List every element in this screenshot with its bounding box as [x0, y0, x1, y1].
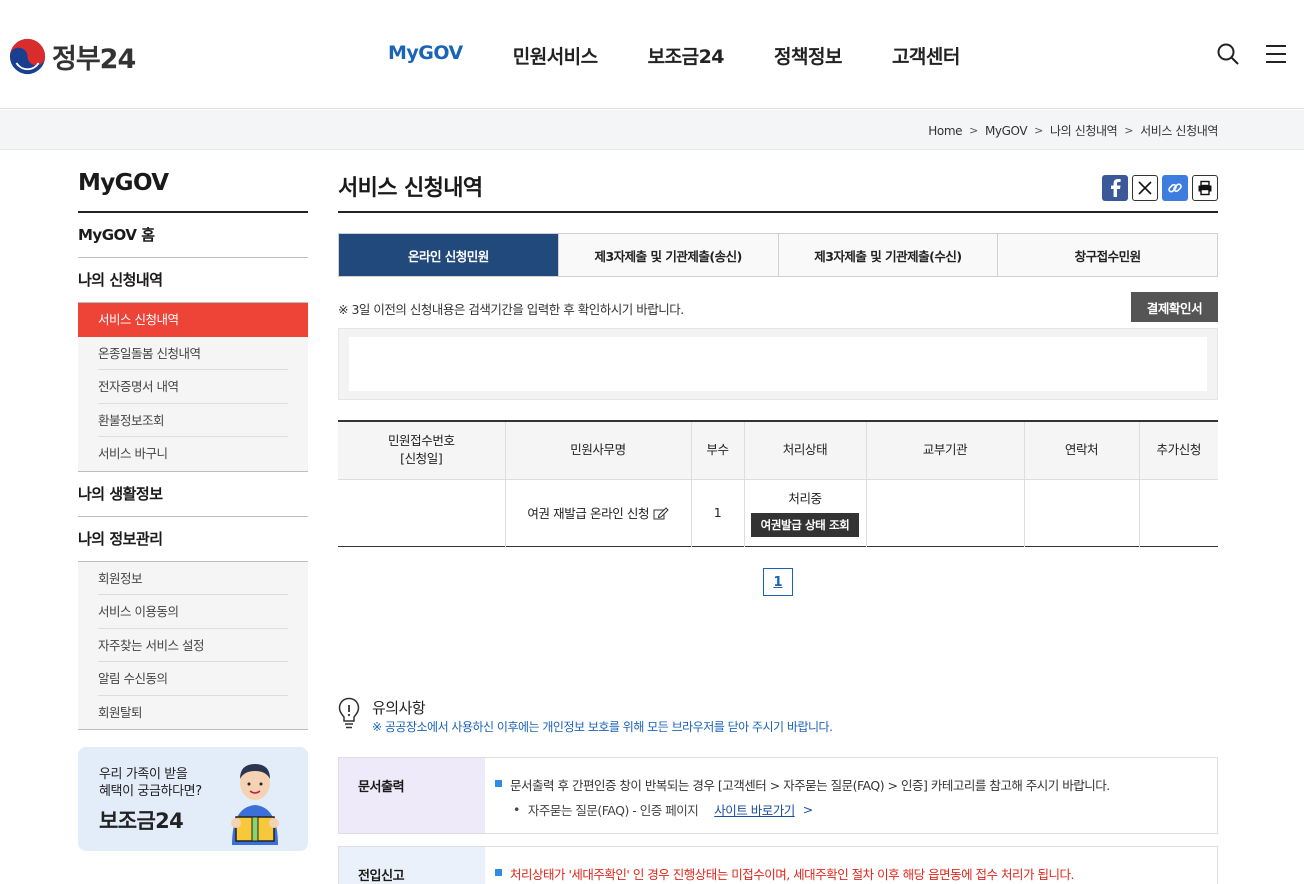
- tab-third-party-received[interactable]: 제3자제출 및 기관제출(수신): [778, 234, 999, 276]
- sidebar-title: MyGOV: [78, 170, 308, 213]
- sidebar-item-withdraw[interactable]: 회원탈퇴: [98, 696, 288, 730]
- passport-status-button[interactable]: 여권발급 상태 조회: [750, 513, 860, 537]
- status-text: 처리중: [788, 491, 822, 506]
- sidebar-item-my-applications[interactable]: 나의 신청내역: [78, 258, 308, 303]
- chevron-right-icon: >: [802, 802, 813, 817]
- sidebar-item-e-certificates[interactable]: 전자증명서 내역: [98, 370, 288, 404]
- col-receipt-number: 민원접수번호 [신청일]: [338, 421, 506, 480]
- search-period-box: [338, 328, 1218, 400]
- sidebar-item-info-management[interactable]: 나의 정보관리: [78, 517, 308, 562]
- sidebar-item-allday-care[interactable]: 온종일돌봄 신청내역: [98, 337, 288, 370]
- bullet-square-icon: [495, 780, 502, 787]
- col-additional: 추가신청: [1139, 421, 1218, 480]
- tab-counter-applications[interactable]: 창구접수민원: [998, 234, 1217, 276]
- facebook-icon[interactable]: [1102, 175, 1128, 201]
- col-service-name: 민원사무명: [505, 421, 692, 480]
- faq-site-link[interactable]: 사이트 바로가기: [714, 800, 795, 819]
- cell-issuing-agency: [866, 479, 1025, 546]
- header-actions: [1216, 42, 1288, 66]
- breadcrumb-home[interactable]: Home: [928, 124, 962, 138]
- gnb-subsidy24[interactable]: 보조금24: [648, 42, 725, 69]
- sidebar-item-service-applications[interactable]: 서비스 신청내역: [78, 303, 308, 337]
- site-logo[interactable]: 정부24: [9, 37, 136, 76]
- caution-subtext: ※ 공공장소에서 사용하신 이후에는 개인정보 보호를 위해 모든 브라우저를 …: [372, 720, 833, 734]
- breadcrumb-my-applications[interactable]: 나의 신청내역: [1050, 122, 1118, 139]
- gnb-civil-service[interactable]: 민원서비스: [513, 42, 598, 69]
- gnb-mygov[interactable]: MyGOV: [388, 42, 463, 69]
- site-header: 정부24 MyGOV 민원서비스 보조금24 정책정보 고객센터: [0, 0, 1304, 109]
- banner-title: 보조금24: [99, 809, 184, 833]
- table-header-row: 민원접수번호 [신청일] 민원사무명 부수 처리상태 교부기관 연락처 추가신청: [338, 421, 1218, 480]
- guide-head: 전입신고: [339, 847, 485, 884]
- sidebar-item-favorite-services[interactable]: 자주찾는 서비스 설정: [98, 629, 288, 662]
- guide-move-in-report: 전입신고 처리상태가 '세대주확인' 인 경우 진행상태는 미접수이며, 세대주…: [338, 846, 1218, 884]
- x-twitter-icon[interactable]: [1132, 175, 1158, 201]
- cell-service-name[interactable]: 여권 재발급 온라인 신청: [505, 479, 692, 546]
- col-copies: 부수: [691, 421, 745, 480]
- logo-text: 정부24: [52, 44, 136, 75]
- pagination-page-1[interactable]: 1: [763, 568, 793, 596]
- guide-document-print: 문서출력 문서출력 후 간편인증 창이 반복되는 경우 [고객센터 > 자주묻는…: [338, 757, 1218, 834]
- col-issuing-agency: 교부기관: [866, 421, 1025, 480]
- cell-copies: 1: [691, 479, 745, 546]
- taegeuk-logo-icon: [9, 38, 46, 75]
- cell-receipt-number: [338, 479, 506, 546]
- person-holding-gift-icon: [231, 764, 279, 845]
- sidebar-item-refund-info[interactable]: 환불정보조회: [98, 404, 288, 437]
- page-title: 서비스 신청내역: [338, 170, 1218, 213]
- search-period-area[interactable]: [349, 337, 1207, 391]
- search-period-notice: ※ 3일 이전의 신청내용은 검색기간을 입력한 후 확인하시기 바랍니다.: [338, 302, 684, 317]
- application-tabs: 온라인 신청민원 제3자제출 및 기관제출(송신) 제3자제출 및 기관제출(수…: [338, 233, 1218, 277]
- col-contact: 연락처: [1024, 421, 1140, 480]
- table-row: 여권 재발급 온라인 신청 1 처리중 여권발급 상태 조회: [338, 479, 1218, 546]
- col-status: 처리상태: [744, 421, 867, 480]
- sidebar-item-notification-consent[interactable]: 알림 수신동의: [98, 662, 288, 696]
- sidebar: MyGOV MyGOV 홈 나의 신청내역 서비스 신청내역 온종일돌봄 신청내…: [78, 170, 308, 730]
- guide-body: 처리상태가 '세대주확인' 인 경우 진행상태는 미접수이며, 세대주확인 절차…: [485, 847, 1217, 884]
- tab-online-applications[interactable]: 온라인 신청민원: [339, 234, 559, 276]
- caution-title: 유의사항: [372, 699, 426, 717]
- bullet-square-icon: [495, 869, 502, 876]
- breadcrumb-mygov[interactable]: MyGOV: [985, 124, 1028, 138]
- link-copy-icon[interactable]: [1162, 175, 1188, 201]
- sidebar-submenu-applications: 서비스 신청내역 온종일돌봄 신청내역 전자증명서 내역 환불정보조회 서비스 …: [78, 303, 308, 472]
- cell-status: 처리중 여권발급 상태 조회: [744, 479, 867, 546]
- bullet-dot-icon: •: [513, 802, 520, 817]
- sidebar-item-service-basket[interactable]: 서비스 바구니: [98, 437, 288, 471]
- lightbulb-icon: [338, 697, 360, 729]
- gnb-policy-info[interactable]: 정책정보: [774, 42, 842, 69]
- gnb-customer-center[interactable]: 고객센터: [892, 42, 960, 69]
- search-icon[interactable]: [1216, 42, 1240, 66]
- sidebar-item-member-info[interactable]: 회원정보: [98, 562, 288, 595]
- sidebar-submenu-info: 회원정보 서비스 이용동의 자주찾는 서비스 설정 알림 수신동의 회원탈퇴: [78, 561, 308, 730]
- cell-contact: [1024, 479, 1140, 546]
- main-content: 서비스 신청내역 온라인 신청민원 제3자제출 및 기관제출(송신) 제3자제출…: [338, 170, 1218, 884]
- breadcrumb: Home > MyGOV > 나의 신청내역 > 서비스 신청내역: [928, 122, 1218, 139]
- sidebar-item-life-info[interactable]: 나의 생활정보: [78, 472, 308, 517]
- payment-confirmation-button[interactable]: 결제확인서: [1131, 292, 1218, 322]
- edit-icon[interactable]: [653, 506, 669, 520]
- sidebar-item-mygov-home[interactable]: MyGOV 홈: [78, 213, 308, 258]
- breadcrumb-band: Home > MyGOV > 나의 신청내역 > 서비스 신청내역: [0, 110, 1304, 150]
- tab-third-party-sent[interactable]: 제3자제출 및 기관제출(송신): [558, 234, 779, 276]
- cell-additional: [1139, 479, 1218, 546]
- breadcrumb-current: 서비스 신청내역: [1140, 124, 1218, 138]
- guide-body: 문서출력 후 간편인증 창이 반복되는 경우 [고객센터 > 자주묻는 질문(F…: [485, 758, 1217, 833]
- subsidy24-banner[interactable]: 우리 가족이 받을 혜택이 궁금하다면? 보조금24: [78, 747, 308, 851]
- print-icon[interactable]: [1192, 175, 1218, 201]
- global-nav: MyGOV 민원서비스 보조금24 정책정보 고객센터: [388, 42, 1010, 69]
- applications-table: 민원접수번호 [신청일] 민원사무명 부수 처리상태 교부기관 연락처 추가신청 …: [338, 420, 1218, 547]
- share-toolbar: [1102, 175, 1218, 201]
- guide-head: 문서출력: [339, 758, 485, 833]
- chevron-right-icon: >: [1034, 124, 1043, 137]
- chevron-right-icon: >: [969, 124, 978, 137]
- banner-text: 우리 가족이 받을 혜택이 궁금하다면?: [99, 767, 202, 799]
- sidebar-item-service-consent[interactable]: 서비스 이용동의: [98, 595, 288, 629]
- menu-icon[interactable]: [1264, 42, 1288, 66]
- chevron-right-icon: >: [1124, 124, 1134, 137]
